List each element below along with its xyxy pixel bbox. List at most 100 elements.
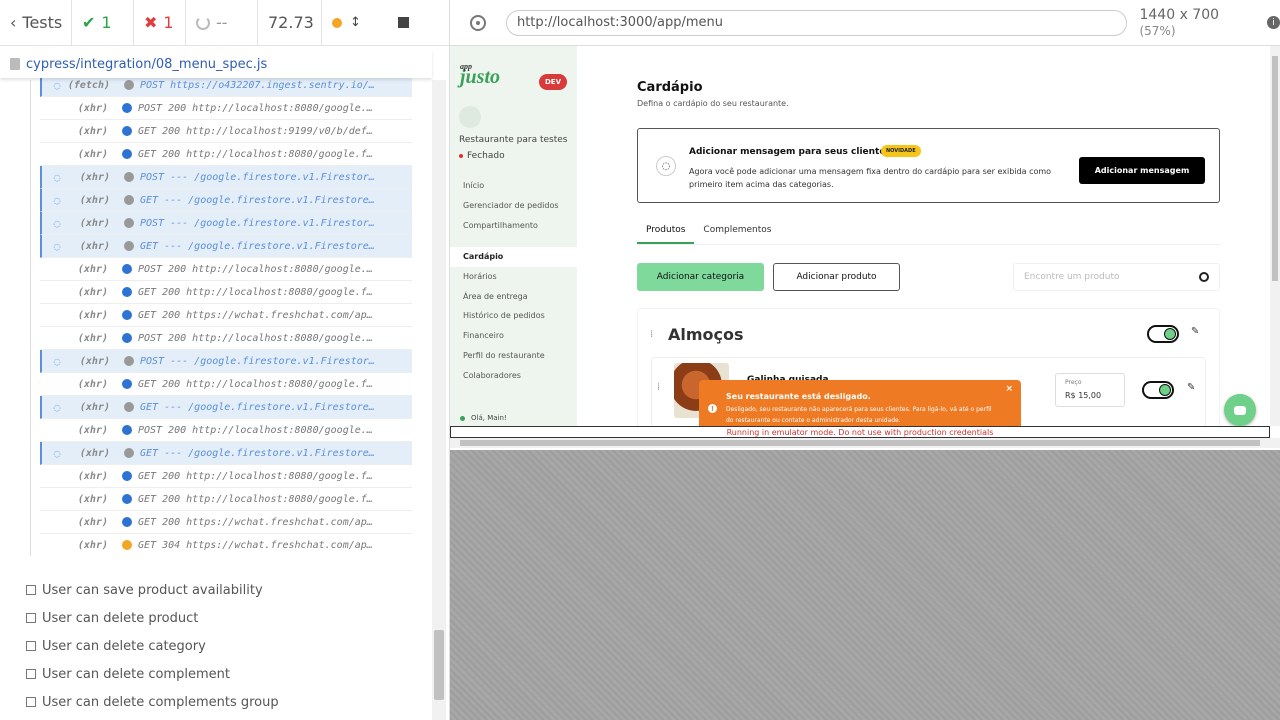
toggle-knob: [1164, 328, 1176, 340]
info-icon[interactable]: i: [1267, 16, 1280, 29]
command-row[interactable]: (xhr) POST 200 http://localhost:8080/goog…: [40, 258, 412, 281]
command-name: (xhr): [77, 148, 108, 160]
status-dot-icon: [122, 517, 132, 527]
product-drag-handle-icon[interactable]: ⁞: [657, 382, 660, 393]
sidebar-item-horarios[interactable]: Horários: [450, 267, 577, 287]
selector-playground-icon[interactable]: [470, 14, 486, 31]
product-availability-toggle[interactable]: [1142, 381, 1174, 399]
category-availability-toggle[interactable]: [1147, 325, 1179, 343]
command-message: POST 200 http://localhost:8080/google.fi…: [138, 424, 378, 436]
test-title: User can delete complement: [42, 666, 230, 682]
sidebar-item-inicio[interactable]: Início: [450, 176, 577, 196]
test-item[interactable]: User can delete product: [26, 604, 426, 632]
command-row[interactable]: (xhr) GET 200 http://localhost:8080/googl…: [40, 465, 412, 488]
command-row[interactable]: (xhr) GET 200 https://wchat.freshchat.com…: [40, 511, 412, 534]
test-item[interactable]: User can delete category: [26, 632, 426, 660]
edit-product-icon[interactable]: ✎: [1187, 382, 1195, 393]
close-icon[interactable]: ×: [1005, 384, 1013, 394]
app-horizontal-scrollbar[interactable]: [450, 438, 1280, 448]
command-row[interactable]: ◌ (xhr) GET --- /google.firestore.v1.Fires…: [40, 235, 412, 258]
product-search-input[interactable]: Encontre um produto: [1013, 263, 1220, 291]
price-label: Preço: [1065, 379, 1082, 386]
pending-box-icon: [26, 585, 36, 595]
loading-spinner-icon: ◌: [53, 354, 61, 368]
command-row[interactable]: (xhr) GET 200 http://localhost:8080/googl…: [40, 373, 412, 396]
command-row[interactable]: ◌ (xhr) POST --- /google.firestore.v1.Fire…: [40, 212, 412, 235]
command-row[interactable]: (xhr) GET 200 http://localhost:8080/googl…: [40, 488, 412, 511]
sidebar-item-perfil[interactable]: Perfil do restaurante: [450, 346, 577, 366]
sidebar-item-gerenciador[interactable]: Gerenciador de pedidos: [450, 196, 577, 216]
command-name: (xhr): [79, 217, 110, 229]
cypress-runner: http://localhost:3000/app/menu 1440 x 70…: [450, 0, 1280, 720]
command-row[interactable]: ◌ (xhr) GET --- /google.firestore.v1.Fires…: [40, 396, 412, 419]
runner-header: http://localhost:3000/app/menu 1440 x 70…: [450, 0, 1280, 46]
sidebar-item-colaboradores[interactable]: Colaboradores: [450, 365, 577, 385]
status-dot-icon: [124, 402, 134, 412]
duration: 72.73: [258, 0, 322, 46]
app-vertical-scrollbar[interactable]: [1270, 46, 1280, 426]
command-row[interactable]: (xhr) POST 200 http://localhost:8080/goog…: [40, 419, 412, 442]
viewport-scale: (57%): [1139, 23, 1176, 38]
user-greeting: Olá, Main!: [471, 414, 507, 422]
url-field[interactable]: http://localhost:3000/app/menu: [505, 9, 1128, 36]
command-name: (xhr): [79, 401, 110, 413]
app-main: Cardápio Defina o cardápio do seu restau…: [637, 46, 1220, 448]
loading-spinner-icon: ◌: [53, 239, 61, 253]
spec-path-bar: cypress/integration/08_menu_spec.js: [0, 50, 432, 78]
sidebar-item-compartilhamento[interactable]: Compartilhamento: [450, 215, 577, 235]
command-row[interactable]: ◌ (xhr) GET --- /google.firestore.v1.Fires…: [40, 189, 412, 212]
reporter-scrollbar[interactable]: [432, 80, 446, 720]
command-row[interactable]: (xhr) GET 200 http://localhost:8080/googl…: [40, 281, 412, 304]
command-row[interactable]: (xhr) GET 200 https://wchat.freshchat.com…: [40, 304, 412, 327]
command-row[interactable]: (xhr) POST 200 http://localhost:8080/goog…: [40, 327, 412, 350]
edit-category-icon[interactable]: ✎: [1191, 326, 1199, 337]
status-dot-icon: [122, 264, 132, 274]
test-item[interactable]: User can delete complements group: [26, 688, 426, 716]
command-row[interactable]: (xhr) GET 304 https://wchat.freshchat.com…: [40, 534, 412, 556]
search-icon[interactable]: [1199, 272, 1209, 282]
command-name: (xhr): [79, 194, 110, 206]
sidebar-item-area-entrega[interactable]: Área de entrega: [450, 286, 577, 306]
sidebar-item-financeiro[interactable]: Financeiro: [450, 326, 577, 346]
drag-handle-icon[interactable]: ⁞: [650, 329, 653, 340]
command-name: (xhr): [77, 309, 108, 321]
tests-back-button[interactable]: ‹ Tests: [0, 0, 72, 46]
price-value: R$ 15,00: [1065, 391, 1102, 400]
command-message: GET 200 http://localhost:8080/google.fir…: [138, 470, 378, 482]
status-dot-icon: [124, 80, 134, 90]
price-field[interactable]: Preço R$ 15,00: [1055, 373, 1125, 407]
command-row[interactable]: (xhr) POST 200 http://localhost:8080/goog…: [40, 97, 412, 120]
command-row[interactable]: (xhr) GET 200 http://localhost:9199/v0/b/…: [40, 120, 412, 143]
pending-box-icon: [26, 613, 36, 623]
scroll-arrows-icon[interactable]: ↕: [350, 15, 361, 30]
test-item[interactable]: User can save product availability: [26, 576, 426, 604]
command-row[interactable]: ◌ (xhr) POST --- /google.firestore.v1.Fire…: [40, 166, 412, 189]
command-row[interactable]: (xhr) GET 200 http://localhost:8080/googl…: [40, 143, 412, 166]
command-row[interactable]: ◌ (xhr) GET --- /google.firestore.v1.Fires…: [40, 442, 412, 465]
user-menu[interactable]: Olá, Main!: [460, 414, 507, 422]
tab-complementos[interactable]: Complementos: [694, 220, 780, 244]
chat-bubble-icon: ◌: [656, 156, 676, 176]
command-message: GET 200 http://localhost:8080/google.fir…: [138, 148, 378, 160]
test-item[interactable]: User can delete complement: [26, 660, 426, 688]
app-hscroll-thumb[interactable]: [460, 440, 1260, 446]
chat-widget-button[interactable]: [1224, 394, 1256, 426]
add-product-button[interactable]: Adicionar produto: [773, 263, 900, 291]
status-dot-icon: [124, 241, 134, 251]
spec-path-link[interactable]: cypress/integration/08_menu_spec.js: [26, 57, 267, 72]
reporter-scroll-thumb[interactable]: [434, 630, 444, 700]
stop-button[interactable]: [388, 0, 419, 46]
sidebar-item-cardapio[interactable]: Cardápio: [450, 247, 577, 267]
add-message-button[interactable]: Adicionar mensagem: [1079, 157, 1205, 184]
loading-spinner-icon: ◌: [53, 193, 61, 207]
add-category-button[interactable]: Adicionar categoria: [637, 263, 764, 291]
command-row[interactable]: ◌ (xhr) POST --- /google.firestore.v1.Fire…: [40, 350, 412, 373]
tab-produtos[interactable]: Produtos: [637, 220, 695, 244]
loading-spinner-icon: ◌: [53, 78, 61, 92]
pending-box-icon: [26, 641, 36, 651]
sidebar-item-historico[interactable]: Histórico de pedidos: [450, 306, 577, 326]
status-dot-icon: [122, 471, 132, 481]
loading-spinner-icon: ◌: [53, 170, 61, 184]
app-vscroll-thumb[interactable]: [1272, 56, 1278, 281]
app-logo[interactable]: app justo: [460, 62, 500, 89]
